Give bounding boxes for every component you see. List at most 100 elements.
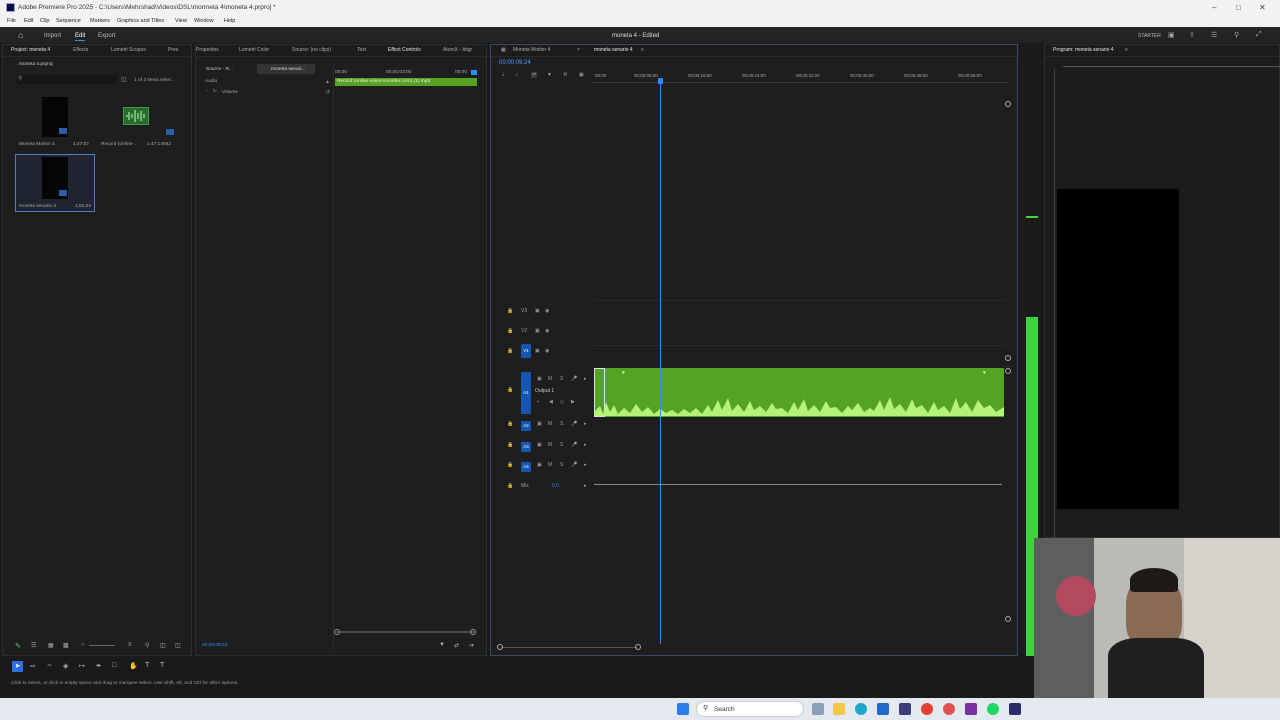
prev-keyframe-icon[interactable]: ◀	[549, 399, 553, 405]
marker-icon[interactable]: ▼	[547, 72, 552, 78]
sort-icon[interactable]: ≡	[128, 642, 132, 648]
tab-effect-controls[interactable]: Effect Controls	[388, 47, 421, 53]
menu-clip[interactable]: Clip	[40, 18, 49, 24]
menu-icon[interactable]: ☰	[1211, 31, 1217, 39]
hand-tool-icon[interactable]: ✋	[129, 662, 138, 670]
chevron-icon[interactable]: ▸	[584, 483, 587, 489]
list-view-icon[interactable]: ☰	[31, 642, 36, 649]
expand-chevron-icon[interactable]: ›	[206, 89, 208, 94]
zoom-slider[interactable]	[89, 645, 115, 646]
tab-export[interactable]: Export	[98, 33, 115, 39]
vscode-icon[interactable]	[877, 703, 889, 715]
taskbar-search-input[interactable]: ⚲ Search	[696, 701, 804, 717]
mute-button[interactable]: M	[548, 442, 552, 448]
solo-button[interactable]: S	[560, 442, 563, 448]
tab-source[interactable]: Source: (no clips)	[292, 47, 331, 53]
track-label[interactable]: V3	[521, 308, 527, 314]
linked-icon[interactable]: ⇌	[531, 72, 538, 78]
ec-scrollbar[interactable]	[336, 631, 474, 633]
fullscreen-icon[interactable]: ⤢	[1256, 31, 1262, 39]
lock-icon[interactable]: 🔒	[507, 308, 513, 314]
v-scroll-handle[interactable]	[1005, 101, 1011, 107]
menu-file[interactable]: File	[7, 18, 16, 24]
reset-icon[interactable]: ↺	[325, 89, 330, 96]
menu-markers[interactable]: Markers	[90, 18, 110, 24]
mute-button[interactable]: M	[548, 462, 552, 468]
menu-help[interactable]: Help	[224, 18, 235, 24]
scroll-handle-right[interactable]	[470, 629, 476, 635]
tab-import[interactable]: Import	[44, 33, 61, 39]
icon-view-icon[interactable]: ▦	[48, 642, 54, 649]
text-tool-icon[interactable]: T	[160, 662, 164, 669]
lock-icon[interactable]: 🔒	[507, 387, 513, 393]
chevron-icon[interactable]: ▸	[584, 462, 587, 468]
lock-icon[interactable]: 🔒	[507, 328, 513, 334]
bin-icon[interactable]: ◫	[121, 76, 127, 83]
next-keyframe-icon[interactable]: ▶	[571, 399, 575, 405]
track-select-tool-icon[interactable]: ⇨	[30, 662, 36, 670]
eye-icon[interactable]: ◉	[545, 328, 549, 334]
sync-lock-icon[interactable]: ▣	[535, 348, 540, 354]
task-view-icon[interactable]	[812, 703, 824, 715]
go-to-icon[interactable]: ➜	[469, 642, 474, 649]
mic-icon[interactable]: 🎤	[571, 376, 577, 382]
v-scroll-handle[interactable]	[1005, 616, 1011, 622]
edge-icon[interactable]	[855, 703, 867, 715]
mic-icon[interactable]: 🎤	[571, 421, 577, 427]
pen-tool-icon[interactable]: ✒	[96, 662, 102, 670]
find-icon[interactable]: ⚲	[145, 642, 149, 649]
panels-icon[interactable]: ▣	[1168, 31, 1175, 39]
tab-edit[interactable]: Edit	[75, 33, 86, 41]
new-bin-icon[interactable]: ◫	[160, 642, 166, 649]
menu-view[interactable]: View	[175, 18, 187, 24]
track-label-a3[interactable]: A3	[521, 442, 531, 452]
search-icon[interactable]: ⚲	[1234, 31, 1239, 39]
snap-icon[interactable]: ∩	[515, 72, 519, 78]
ec-timecode[interactable]: 00;00;09;24	[202, 643, 227, 648]
sync-lock-icon[interactable]: ▣	[537, 376, 542, 382]
track-label-a2[interactable]: A2	[521, 421, 531, 431]
chevron-icon[interactable]: ▸	[584, 442, 587, 448]
tab-lumetri-scopes[interactable]: Lumetri Scopes	[111, 47, 146, 53]
file-explorer-icon[interactable]	[833, 703, 845, 715]
volume-property[interactable]: Volume	[222, 90, 238, 95]
tab-project[interactable]: Project: moneta 4	[11, 47, 50, 53]
mic-icon[interactable]: 🎤	[571, 462, 577, 468]
lock-icon[interactable]: 🔒	[507, 462, 513, 468]
sync-lock-icon[interactable]: ▣	[537, 421, 542, 427]
tab-atomx[interactable]: AtomX - bitgr	[443, 47, 472, 53]
h-scroll-left[interactable]	[497, 644, 503, 650]
premiere-taskbar-icon[interactable]	[1009, 703, 1021, 715]
app-l-icon[interactable]	[899, 703, 911, 715]
track-label[interactable]: V2	[521, 328, 527, 334]
h-scroll-right[interactable]	[635, 644, 641, 650]
pencil-icon[interactable]: ✎	[15, 642, 21, 650]
tab-effects[interactable]: Effects	[73, 47, 88, 53]
sync-lock-icon[interactable]: ▣	[537, 442, 542, 448]
freeform-view-icon[interactable]: ▩	[63, 642, 69, 649]
home-icon[interactable]: ⌂	[18, 30, 23, 40]
close-icon[interactable]: ✕	[1259, 3, 1266, 12]
h-scrollbar[interactable]	[501, 647, 637, 648]
sync-lock-icon[interactable]: ▣	[535, 328, 540, 334]
v-scroll-handle[interactable]	[1005, 368, 1011, 374]
tab-properties[interactable]: Properties	[196, 47, 219, 53]
v-scroll-handle[interactable]	[1005, 355, 1011, 361]
solo-button[interactable]: S	[560, 376, 563, 382]
project-search-input[interactable]	[17, 75, 117, 84]
tab-moneta-senario[interactable]: moneta senario 4	[594, 47, 633, 53]
maximize-icon[interactable]: □	[1236, 3, 1241, 12]
lock-icon[interactable]: 🔒	[507, 421, 513, 427]
zoom-slider-icon[interactable]: ○	[81, 642, 85, 648]
audio-clip[interactable]: ♥ ♥	[594, 368, 1004, 417]
tab-text[interactable]: Text	[357, 47, 366, 53]
menu-window[interactable]: Window	[194, 18, 214, 24]
spotify-icon[interactable]	[987, 703, 999, 715]
lock-icon[interactable]: 🔒	[507, 348, 513, 354]
tab-menu-icon[interactable]: ≡	[1125, 47, 1128, 53]
selection-tool-icon[interactable]: ➤	[12, 661, 23, 672]
timeline-timecode[interactable]: 00;00;09;24	[499, 60, 531, 66]
mute-button[interactable]: M	[548, 376, 552, 382]
track-label-a4[interactable]: A4	[521, 462, 531, 472]
tab-menu-icon[interactable]: ≡	[641, 47, 644, 53]
